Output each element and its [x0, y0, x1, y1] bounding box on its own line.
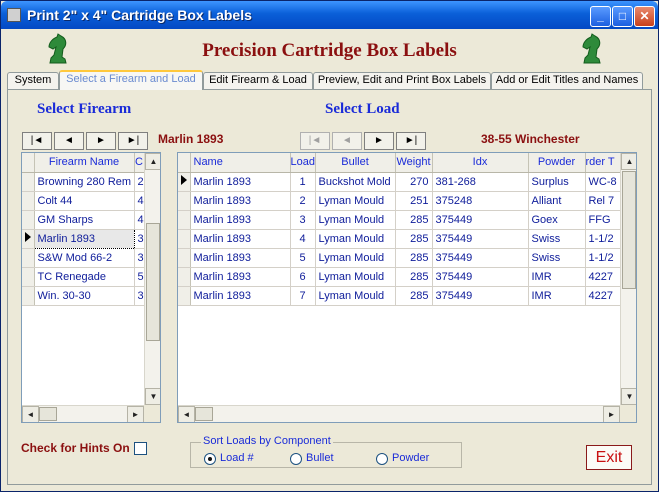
sort-bullet-label[interactable]: Bullet [306, 452, 334, 464]
firearm-vertical-scrollbar[interactable]: ▲ ▼ [144, 153, 160, 405]
firearm-prev-button[interactable]: ◄ [54, 132, 84, 150]
header: Precision Cartridge Box Labels [7, 31, 652, 69]
close-button[interactable]: ✕ [634, 6, 655, 27]
table-row[interactable]: Marlin 1893 5 Lyman Mould 285 375449 Swiss 1-1… [178, 248, 621, 268]
window-title: Print 2" x 4" Cartridge Box Labels [27, 7, 252, 23]
sort-powder-label[interactable]: Powder [392, 452, 429, 464]
current-load-label: 38-55 Winchester [481, 132, 580, 146]
scroll-left-icon[interactable]: ◄ [22, 406, 39, 422]
app-window: Print 2" x 4" Cartridge Box Labels _ □ ✕… [0, 0, 659, 492]
select-firearm-heading: Select Firearm [37, 101, 132, 117]
table-row[interactable]: Win. 30-30 3 [22, 286, 145, 306]
table-row[interactable]: Marlin 1893 7 Lyman Mould 285 375449 IMR 4227 [178, 286, 621, 306]
row-pointer-icon [181, 175, 187, 185]
table-row[interactable]: Marlin 1893 2 Lyman Mould 251 375248 Alliant R… [178, 191, 621, 211]
firearm-next-button[interactable]: ► [86, 132, 116, 150]
scroll-thumb[interactable] [146, 223, 160, 341]
scroll-down-icon[interactable]: ▼ [621, 388, 636, 405]
scroll-right-icon[interactable]: ► [127, 406, 144, 422]
load-next-button[interactable]: ► [364, 132, 394, 150]
scroll-up-icon[interactable]: ▲ [621, 153, 636, 170]
table-row[interactable]: TC Renegade 5 [22, 267, 145, 287]
table-row[interactable]: Colt 44 4 [22, 191, 145, 211]
load-last-button[interactable]: ►| [396, 132, 426, 150]
firearm-first-button[interactable]: |◄ [22, 132, 52, 150]
maximize-button[interactable]: □ [612, 6, 633, 27]
tab-edit-firearm-load[interactable]: Edit Firearm & Load [203, 72, 313, 89]
scroll-thumb[interactable] [195, 407, 213, 421]
sort-load-radio[interactable] [204, 453, 216, 465]
scroll-right-icon[interactable]: ► [603, 406, 620, 422]
column-header-idx[interactable]: Idx [432, 153, 529, 173]
scroll-down-icon[interactable]: ▼ [145, 388, 160, 405]
table-row[interactable]: Browning 280 Rem 2 [22, 172, 145, 192]
firearm-grid[interactable]: Firearm Name C Browning 280 Rem 2 Colt 44… [21, 152, 161, 423]
load-prev-button[interactable]: ◄ [332, 132, 362, 150]
current-firearm-label: Marlin 1893 [158, 132, 224, 146]
table-row[interactable]: Marlin 1893 3 Lyman Mould 285 375449 Goex FFG [178, 210, 621, 230]
table-row-selected[interactable]: Marlin 1893 1 Buckshot Mold 270 381-268 Surpl… [178, 172, 621, 192]
column-header-powder-type[interactable]: rder T [585, 153, 621, 173]
firearm-last-button[interactable]: ►| [118, 132, 148, 150]
table-row[interactable]: S&W Mod 66-2 3 [22, 248, 145, 268]
tab-preview-print[interactable]: Preview, Edit and Print Box Labels [313, 72, 491, 89]
load-grid[interactable]: Name Load Bullet Weight Idx Powder rder … [177, 152, 637, 423]
app-title: Precision Cartridge Box Labels [202, 40, 457, 61]
load-horizontal-scrollbar[interactable]: ◄ ► [178, 405, 620, 422]
column-header-weight[interactable]: Weight [395, 153, 433, 173]
hints-checkbox[interactable] [134, 442, 147, 455]
column-header-load[interactable]: Load [290, 153, 316, 173]
table-row[interactable]: Marlin 1893 4 Lyman Mould 285 375449 Swiss 1-1… [178, 229, 621, 249]
sort-powder-radio[interactable] [376, 453, 388, 465]
column-header-name[interactable]: Name [190, 153, 291, 173]
load-vertical-scrollbar[interactable]: ▲ ▼ [620, 153, 636, 405]
select-load-heading: Select Load [325, 101, 400, 117]
scroll-up-icon[interactable]: ▲ [145, 153, 160, 170]
scroll-left-icon[interactable]: ◄ [178, 406, 195, 422]
tab-system[interactable]: System [7, 72, 59, 89]
tab-titles-names[interactable]: Add or Edit Titles and Names [491, 72, 643, 89]
sort-loads-label: Sort Loads by Component [201, 435, 333, 447]
column-header-bullet[interactable]: Bullet [315, 153, 396, 173]
scroll-thumb[interactable] [622, 171, 636, 289]
minimize-button[interactable]: _ [590, 6, 611, 27]
table-row-selected[interactable]: Marlin 1893 3 [22, 228, 145, 249]
table-row[interactable]: Marlin 1893 6 Lyman Mould 285 375449 IMR 4227 [178, 267, 621, 287]
table-row[interactable]: GM Sharps 4 [22, 210, 145, 230]
firearm-grid-header: Firearm Name C [22, 153, 145, 173]
firearm-horizontal-scrollbar[interactable]: ◄ ► [22, 405, 144, 422]
hints-label: Check for Hints On [21, 441, 130, 455]
scroll-thumb[interactable] [39, 407, 57, 421]
exit-button[interactable]: Exit [586, 445, 632, 470]
app-icon [7, 8, 21, 22]
load-grid-header: Name Load Bullet Weight Idx Powder rder … [178, 153, 621, 173]
column-header-powder[interactable]: Powder [528, 153, 586, 173]
knight-logo-icon [582, 33, 601, 64]
column-header-c[interactable]: C [134, 153, 145, 173]
tab-strip: System Select a Firearm and Load Edit Fi… [7, 70, 652, 90]
title-bar[interactable]: Print 2" x 4" Cartridge Box Labels _ □ ✕ [1, 1, 658, 29]
load-first-button[interactable]: |◄ [300, 132, 330, 150]
row-pointer-icon [25, 232, 31, 242]
sort-load-label[interactable]: Load # [220, 452, 254, 464]
tab-select-firearm-load[interactable]: Select a Firearm and Load [59, 70, 203, 90]
sort-bullet-radio[interactable] [290, 453, 302, 465]
column-header-firearm-name[interactable]: Firearm Name [34, 153, 135, 173]
